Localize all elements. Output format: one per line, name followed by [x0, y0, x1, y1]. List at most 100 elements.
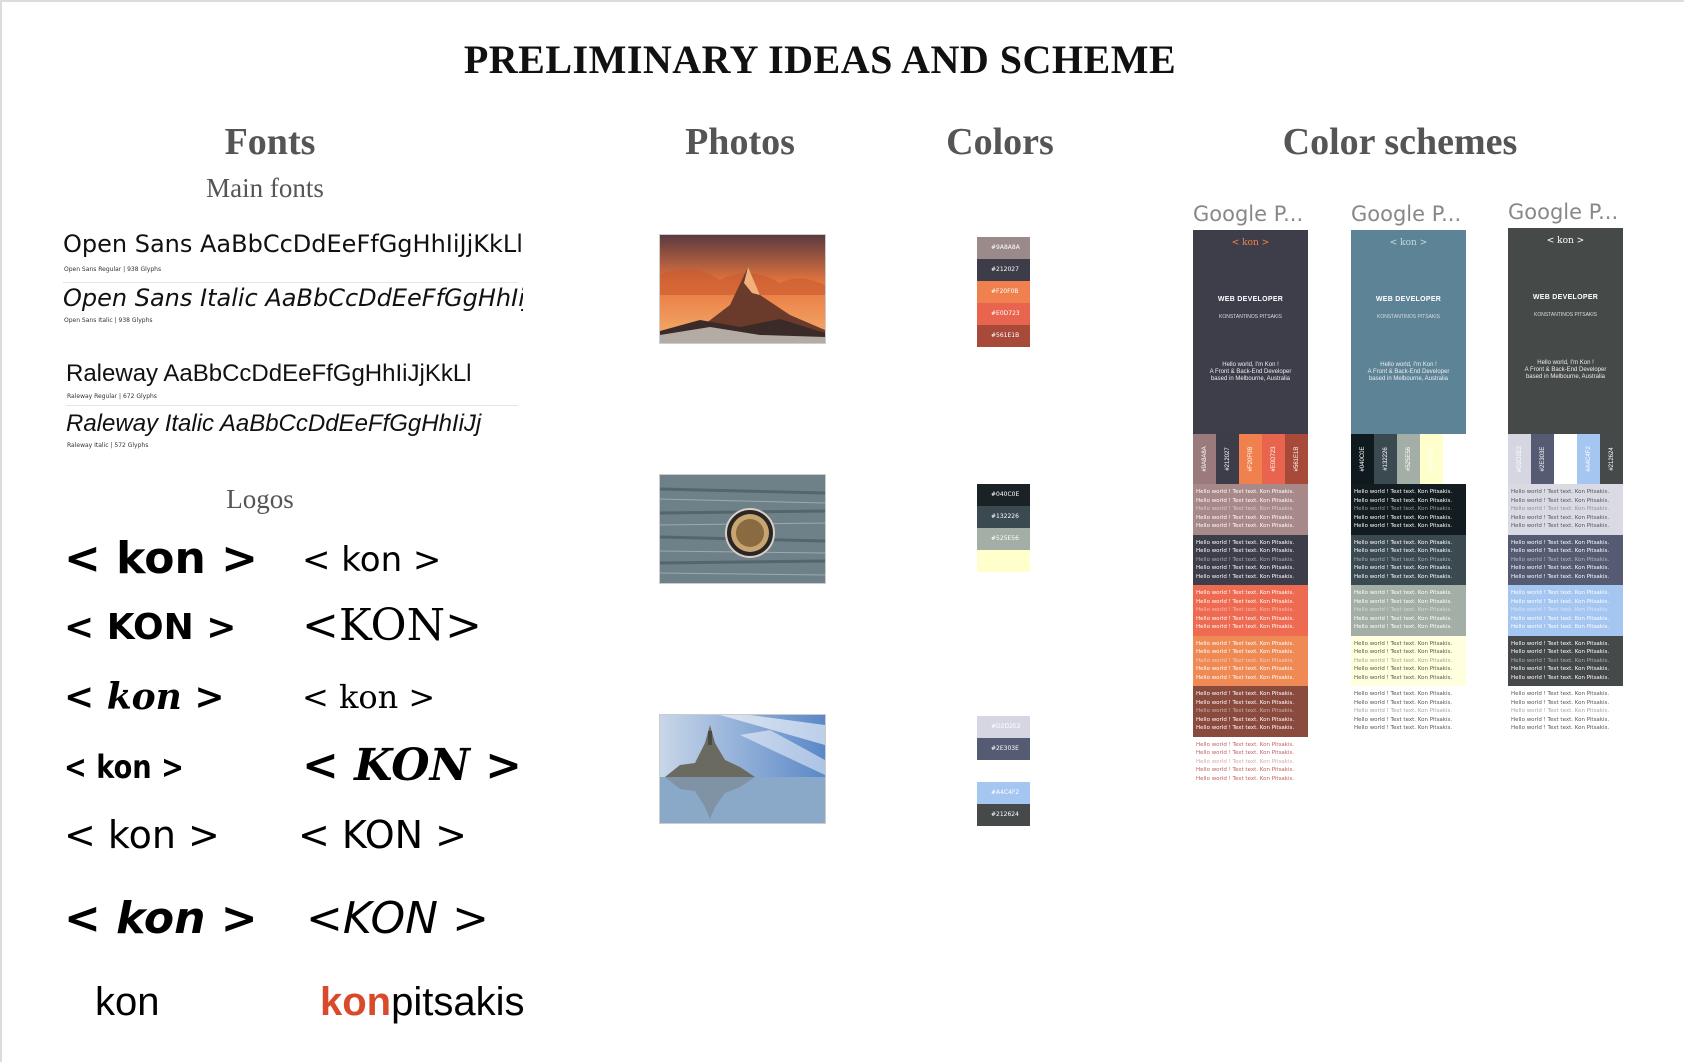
- scheme-text-block: Hello world ! Text text. Kon Pitsakis. He…: [1351, 534, 1466, 585]
- scheme-sample-line: Hello world ! Text text. Kon Pitsakis.: [1511, 725, 1610, 731]
- scheme-color-strip: #D2D2E2 #2E303E #A4C4F2 #212624: [1508, 434, 1623, 484]
- scheme-text-block: Hello world ! Text text. Kon Pitsakis. He…: [1508, 534, 1623, 585]
- scheme-text-block: Hello world ! Text text. Kon Pitsakis. He…: [1193, 534, 1308, 585]
- scheme-mockup: < kon > WEB DEVELOPER KONSTANTINOS PITSAKI…: [1351, 230, 1466, 737]
- main-fonts-heading: Main fonts: [206, 173, 324, 203]
- scheme-logo: < kon >: [1231, 238, 1270, 248]
- scheme-sample-line: Hello world ! Text text. Kon Pitsakis.: [1511, 497, 1610, 504]
- color-swatch: #9A8A8A: [977, 237, 1030, 259]
- scheme-strip-swatch: #212624: [1600, 434, 1623, 484]
- photo-mountain-sunset: [659, 234, 826, 344]
- scheme-text-block: Hello world ! Text text. Kon Pitsakis. He…: [1351, 635, 1466, 686]
- scheme-text-block: Hello world ! Text text. Kon Pitsakis. He…: [1508, 686, 1623, 737]
- scheme-sample-line: Hello world ! Text text. Kon Pitsakis.: [1354, 607, 1453, 613]
- scheme-sample-line: Hello world ! Text text. Kon Pitsakis.: [1511, 539, 1610, 546]
- scheme-strip-label: #132226: [1382, 447, 1389, 471]
- scheme-sample-line: Hello world ! Text text. Kon Pitsakis.: [1511, 573, 1610, 580]
- scheme-sample-line: Hello world ! Text text. Kon Pitsakis.: [1354, 708, 1453, 714]
- scheme-hero-title: WEB DEVELOPER: [1375, 296, 1442, 303]
- scheme-strip-swatch: [1554, 434, 1577, 484]
- scheme-sample-line: Hello world ! Text text. Kon Pitsakis.: [1511, 607, 1610, 613]
- scheme-strip-label: #E0D723: [1270, 446, 1277, 472]
- scheme-sample-line: Hello world ! Text text. Kon Pitsakis.: [1511, 666, 1610, 672]
- scheme-sample-line: Hello world ! Text text. Kon Pitsakis.: [1354, 497, 1453, 504]
- color-swatch: #561E1B: [977, 325, 1030, 347]
- color-swatch: #A4C4F2: [977, 782, 1030, 804]
- scheme-sample-line: Hello world ! Text text. Kon Pitsakis.: [1196, 758, 1295, 765]
- scheme-sample-line: Hello world ! Text text. Kon Pitsakis.: [1196, 497, 1295, 504]
- scheme-strip-label: #9A8A8A: [1201, 446, 1208, 472]
- scheme-sample-line: Hello world ! Text text. Kon Pitsakis.: [1196, 775, 1295, 782]
- scheme-sample-line: Hello world ! Text text. Kon Pitsakis.: [1511, 691, 1610, 697]
- font-sample-raleway: Raleway AaBbCcDdEeFfGgHhIiJjKkLl: [66, 360, 472, 387]
- scheme-strip-label: #212624: [1608, 447, 1615, 471]
- scheme-sample-line: Hello world ! Text text. Kon Pitsakis.: [1511, 674, 1610, 681]
- scheme-hero-line: based in Melbourne, Australia: [1368, 376, 1449, 382]
- scheme-text-block: Hello world ! Text text. Kon Pitsakis. He…: [1193, 585, 1308, 636]
- scheme-strip-swatch: #2E303E: [1531, 434, 1554, 484]
- scheme-text-block: Hello world ! Text text. Kon Pitsakis. He…: [1508, 585, 1623, 636]
- scheme-strip-label: #2E303E: [1539, 446, 1546, 472]
- scheme-sample-line: Hello world ! Text text. Kon Pitsakis.: [1196, 615, 1295, 622]
- scheme-strip-swatch: #D2D2E2: [1508, 434, 1531, 484]
- scheme-title: Google P...: [1508, 200, 1619, 224]
- scheme-sample-line: Hello world ! Text text. Kon Pitsakis.: [1196, 674, 1295, 681]
- color-swatch: #132226: [977, 506, 1030, 528]
- font-caption-raleway-italic: Raleway Italic | 572 Glyphs: [67, 442, 149, 449]
- scheme-sample-line: Hello world ! Text text. Kon Pitsakis.: [1354, 699, 1453, 706]
- scheme-sample-line: Hello world ! Text text. Kon Pitsakis.: [1196, 691, 1295, 697]
- scheme-strip-swatch: #E0D723: [1262, 434, 1285, 484]
- scheme-strip-swatch: #561E1B: [1285, 434, 1308, 484]
- scheme-sample-line: Hello world ! Text text. Kon Pitsakis.: [1511, 699, 1610, 706]
- scheme-strip-swatch: #132226: [1374, 434, 1397, 484]
- scheme-sample-line: Hello world ! Text text. Kon Pitsakis.: [1511, 624, 1610, 630]
- logo-variant: < kon >: [302, 678, 436, 716]
- scheme-strip-label: #561E1B: [1293, 446, 1300, 472]
- scheme-sample-line: Hello world ! Text text. Kon Pitsakis.: [1354, 514, 1453, 521]
- scheme-sample-line: Hello world ! Text text. Kon Pitsakis.: [1354, 615, 1453, 622]
- palette-gap: [977, 760, 1030, 782]
- scheme-hero-title: WEB DEVELOPER: [1532, 294, 1599, 301]
- scheme-sample-line: Hello world ! Text text. Kon Pitsakis.: [1354, 539, 1453, 546]
- scheme-hero-name: KONSTANTINOS PITSAKIS: [1534, 312, 1597, 318]
- scheme-sample-line: Hello world ! Text text. Kon Pitsakis.: [1354, 725, 1453, 731]
- color-schemes-heading: Color schemes: [1282, 121, 1518, 163]
- scheme-sample-line: Hello world ! Text text. Kon Pitsakis.: [1354, 691, 1453, 697]
- font-caption-open-sans-italic: Open Sans Italic | 938 Glyphs: [64, 317, 153, 324]
- scheme-sample-line: Hello world ! Text text. Kon Pitsakis.: [1196, 573, 1295, 580]
- scheme-text-block: Hello world ! Text text. Kon Pitsakis. He…: [1193, 484, 1308, 535]
- scheme-sample-line: Hello world ! Text text. Kon Pitsakis.: [1196, 708, 1295, 714]
- scheme-sample-line: Hello world ! Text text. Kon Pitsakis.: [1196, 716, 1295, 723]
- fonts-heading: Fonts: [224, 121, 316, 163]
- color-swatch: #040C0E: [977, 484, 1030, 506]
- scheme-sample-line: Hello world ! Text text. Kon Pitsakis.: [1511, 548, 1610, 554]
- frame-left-border: [0, 0, 2, 1062]
- logo-variant: < KON >: [298, 813, 468, 857]
- logos-heading: Logos: [226, 484, 294, 514]
- scheme-sample-line: Hello world ! Text text. Kon Pitsakis.: [1511, 640, 1610, 647]
- scheme-sample-line: Hello world ! Text text. Kon Pitsakis.: [1196, 523, 1295, 529]
- color-swatch: #E0D723: [977, 303, 1030, 325]
- scheme-title: Google P...: [1351, 202, 1462, 226]
- scheme-sample-line: Hello world ! Text text. Kon Pitsakis.: [1354, 666, 1453, 672]
- scheme-logo: < kon >: [1389, 238, 1428, 248]
- scheme-sample-line: Hello world ! Text text. Kon Pitsakis.: [1196, 666, 1295, 672]
- scheme-text-block: Hello world ! Text text. Kon Pitsakis. He…: [1193, 635, 1308, 686]
- scheme-sample-line: Hello world ! Text text. Kon Pitsakis.: [1354, 523, 1453, 529]
- font-caption-open-sans: Open Sans Regular | 938 Glyphs: [64, 266, 162, 273]
- scheme-mockup: < kon > WEB DEVELOPER KONSTANTINOS PITSAKI…: [1508, 228, 1623, 737]
- scheme-hero-name: KONSTANTINOS PITSAKIS: [1377, 314, 1440, 320]
- scheme-strip-swatch: [1443, 434, 1466, 484]
- scheme-sample-line: Hello world ! Text text. Kon Pitsakis.: [1511, 523, 1610, 529]
- logo-variant: < kon >: [302, 540, 442, 580]
- scheme-text-block: Hello world ! Text text. Kon Pitsakis. He…: [1351, 686, 1466, 737]
- color-swatch: #525E56: [977, 528, 1030, 550]
- scheme-strip-swatch: #F20F0B: [1239, 434, 1262, 484]
- scheme-strip-swatch: #FFFFCC: [1420, 434, 1443, 484]
- scheme-hero-hello: Hello world, I'm Kon ! A Front & Back-End…: [1351, 362, 1466, 383]
- scheme-sample-line: Hello world ! Text text. Kon Pitsakis.: [1511, 489, 1610, 495]
- scheme-sample-line: Hello world ! Text text. Kon Pitsakis.: [1354, 548, 1453, 554]
- photos-heading: Photos: [685, 121, 795, 163]
- scheme-sample-line: Hello world ! Text text. Kon Pitsakis.: [1511, 708, 1610, 714]
- scheme-hero-line: Hello world, I'm Kon !: [1222, 362, 1279, 368]
